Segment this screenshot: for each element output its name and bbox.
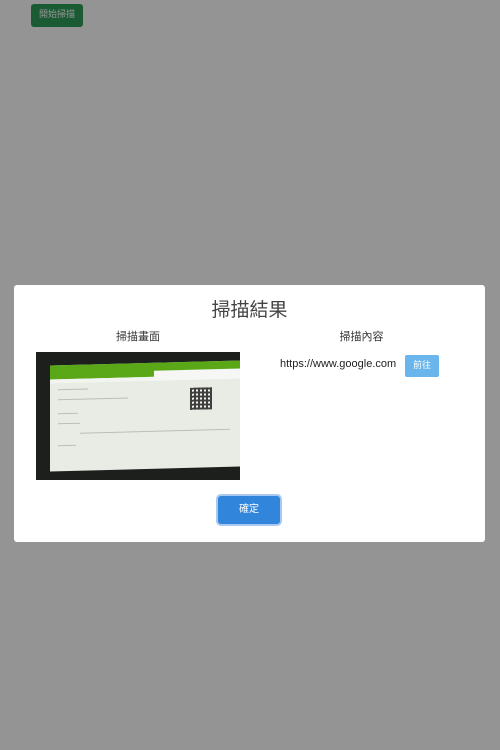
go-to-url-button[interactable]: 前往: [405, 355, 439, 377]
photo-qr-code: [190, 387, 212, 410]
photo-text-line: [58, 422, 80, 425]
photo-text-line: [58, 444, 76, 447]
scanned-url-text: https://www.google.com: [280, 358, 397, 370]
photo-tab: [154, 368, 240, 381]
photo-text-line: [58, 388, 88, 391]
dialog-title: 掃描結果: [211, 299, 288, 321]
scan-result-dialog: 掃描結果 掃描畫面 掃描內容 https://www.google.com 前往…: [14, 285, 485, 542]
photo-text-line: [80, 428, 230, 434]
scan-image-heading: 掃描畫面: [116, 330, 160, 343]
photo-text-line: [58, 412, 78, 415]
scan-capture-image: [36, 352, 240, 480]
scan-content-heading: 掃描內容: [339, 330, 384, 343]
photo-text-line: [58, 397, 128, 401]
captured-screen-photo: [50, 360, 240, 472]
confirm-button[interactable]: 確定: [218, 496, 280, 524]
